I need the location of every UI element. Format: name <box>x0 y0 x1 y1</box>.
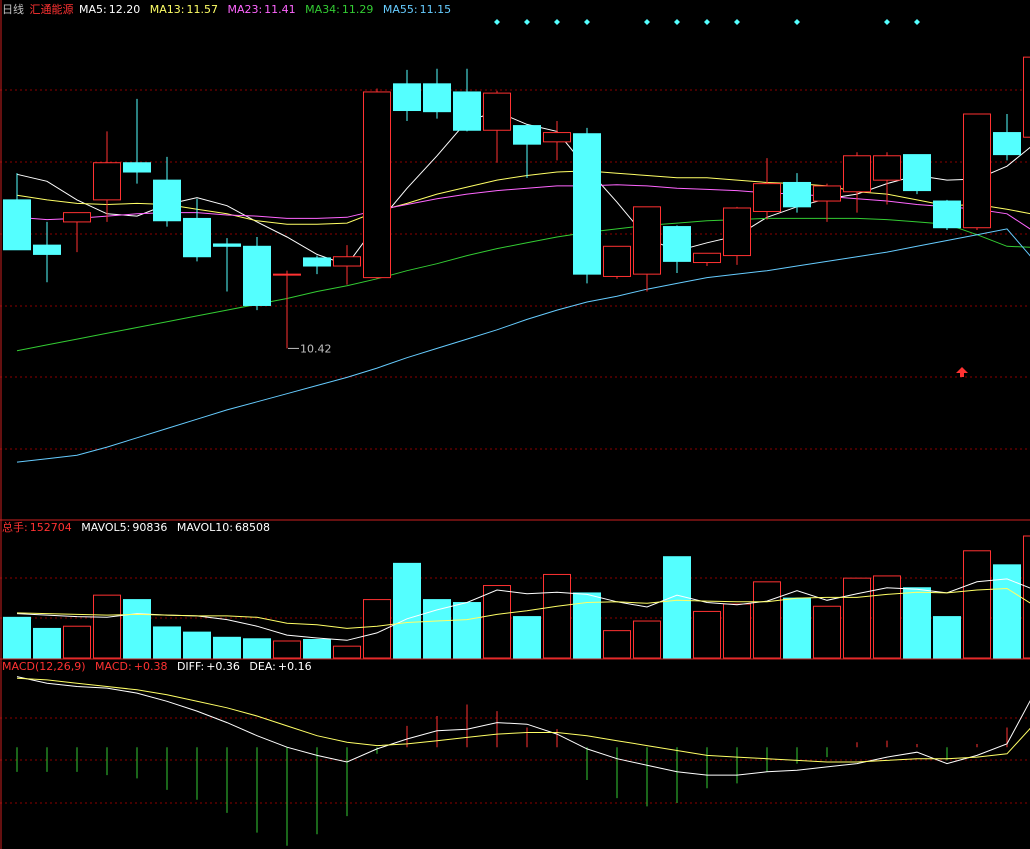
candle-down <box>573 133 601 275</box>
candle-up <box>633 206 661 275</box>
candle-down <box>393 83 421 112</box>
volume-bar <box>153 626 181 659</box>
diff-line <box>16 676 1030 776</box>
signal-diamond <box>734 19 740 25</box>
candle-up <box>813 185 841 202</box>
dea-line <box>16 677 1030 763</box>
buy-arrow-icon <box>956 367 968 377</box>
volume-bar <box>63 625 91 659</box>
volume-bar <box>453 602 481 659</box>
volume-bar <box>603 630 631 659</box>
candle-up <box>723 207 751 257</box>
signal-diamond <box>794 19 800 25</box>
signal-diamond <box>704 19 710 25</box>
candle-down <box>213 243 241 247</box>
candle-down <box>993 132 1021 156</box>
volume-bar <box>903 587 931 659</box>
candle-down <box>933 200 961 229</box>
candle-down <box>123 162 151 173</box>
candle-up <box>273 273 301 276</box>
signal-diamond <box>554 19 560 25</box>
candle-up <box>693 252 721 264</box>
volume-bar <box>513 616 541 659</box>
candle-down <box>183 217 211 258</box>
candle-down <box>153 179 181 222</box>
volume-bar <box>213 636 241 659</box>
volume-bar <box>933 616 961 659</box>
candle-down <box>243 245 271 306</box>
candle-up <box>363 91 391 279</box>
volume-bar <box>303 639 331 659</box>
ma34-line <box>16 217 1030 352</box>
candle-down <box>513 125 541 145</box>
volume-bar <box>33 627 61 659</box>
volume-bar <box>1023 535 1030 659</box>
candle-down <box>453 91 481 131</box>
candle-up <box>483 92 511 131</box>
low-price-label: 10.42 <box>300 342 332 355</box>
ma55-line <box>16 228 1030 463</box>
candle-down <box>663 226 691 262</box>
volume-bar <box>3 616 31 659</box>
candle-up <box>543 132 571 143</box>
candle-down <box>33 244 61 255</box>
candle-up <box>333 256 361 267</box>
signal-diamond <box>584 19 590 25</box>
stock-chart[interactable]: 10.42 <box>0 0 1030 849</box>
volume-bar <box>543 573 571 659</box>
volume-bar <box>663 556 691 659</box>
candle-down <box>423 83 451 113</box>
signal-diamond <box>674 19 680 25</box>
signal-diamond <box>914 19 920 25</box>
volume-bar <box>963 550 991 659</box>
volume-bar <box>243 638 271 659</box>
signal-diamond <box>884 19 890 25</box>
volume-bar <box>783 597 811 659</box>
signal-diamond <box>644 19 650 25</box>
volume-bar <box>93 594 121 659</box>
candle-up <box>1023 56 1030 138</box>
volume-bar <box>813 605 841 659</box>
candle-up <box>873 155 901 181</box>
volume-bar <box>843 577 871 659</box>
volume-bar <box>753 581 781 659</box>
volume-bar <box>393 562 421 659</box>
candle-up <box>93 162 121 201</box>
candle-up <box>603 245 631 277</box>
candle-down <box>903 154 931 192</box>
candle-up <box>63 212 91 223</box>
volume-bar <box>723 603 751 659</box>
volume-bar <box>273 640 301 659</box>
candle-up <box>753 183 781 212</box>
candle-down <box>3 199 31 251</box>
candle-down <box>783 181 811 208</box>
volume-bar <box>333 645 361 659</box>
volume-bar <box>423 599 451 659</box>
volume-bar <box>183 631 211 659</box>
volume-bar <box>123 599 151 659</box>
candle-up <box>963 113 991 229</box>
candle-down <box>303 257 331 267</box>
volume-bar <box>483 585 511 659</box>
volume-bar <box>633 620 661 659</box>
signal-diamond <box>494 19 500 25</box>
signal-diamond <box>524 19 530 25</box>
volume-bar <box>693 610 721 659</box>
candle-up <box>843 155 871 193</box>
